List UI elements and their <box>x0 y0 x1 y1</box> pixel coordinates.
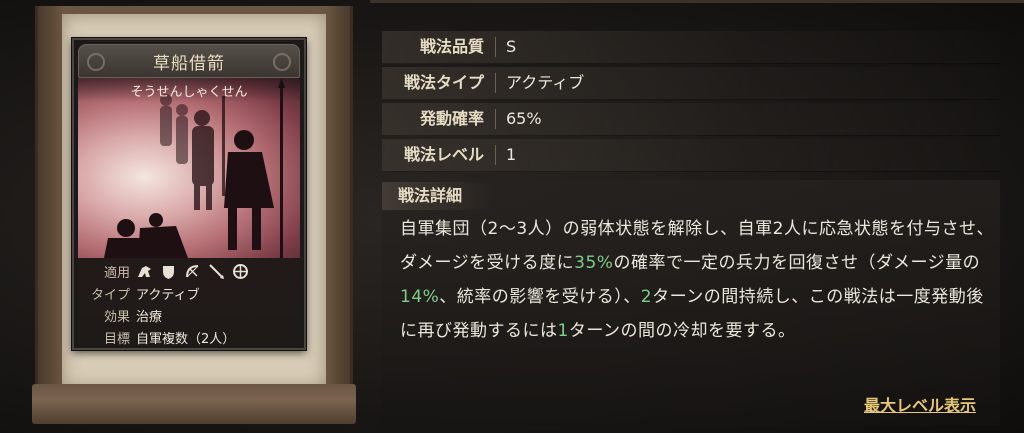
type-row: タイプ アクティブ <box>78 282 300 304</box>
target-value: 自軍複数（2人） <box>136 331 236 347</box>
cavalry-icon <box>138 265 151 277</box>
detail-description: 自軍集団（2〜3人）の弱体状態を解除し、自軍2人に応急状態を付与させ、ダメージを… <box>400 212 996 348</box>
apply-row: 適用 <box>78 260 300 282</box>
ornament-icon <box>273 53 291 71</box>
stat-row-quality: 戦法品質 S <box>382 31 1000 64</box>
effect-value: 治療 <box>136 309 163 325</box>
stat-label: 戦法品質 <box>419 37 484 56</box>
divider <box>495 73 496 93</box>
apply-label: 適用 <box>103 265 130 281</box>
card-illustration: そうせんしゃくせん <box>78 78 300 258</box>
stat-value: 1 <box>506 145 517 164</box>
stat-value: S <box>506 37 517 56</box>
detail-text-segment: ターンの間の冷却を要する。 <box>568 321 796 341</box>
type-label: タイプ <box>90 287 130 303</box>
highlight-value: 14% <box>400 287 440 307</box>
scroll-roll <box>32 384 356 424</box>
divider <box>495 145 496 165</box>
divider <box>495 109 496 129</box>
card-reading: そうせんしゃくせん <box>78 78 300 102</box>
effect-label: 効果 <box>103 309 130 325</box>
card-info: 適用 タイプ アクティブ 効果 治療 目標 自軍複数（2人） <box>78 258 300 347</box>
stat-label: 戦法レベル <box>403 145 484 164</box>
tactic-card: 草船借箭 そうせんしゃくせん 適用 タイプ アクティブ 効果 治療 目標 自軍複… <box>72 38 306 350</box>
card-header: 草船借箭 <box>78 44 300 78</box>
stat-row-level: 戦法レベル 1 <box>382 139 1000 172</box>
shield-icon <box>163 265 174 279</box>
ornament-icon <box>87 53 105 71</box>
stat-label: 発動確率 <box>419 109 484 128</box>
unit-icons <box>136 263 249 280</box>
bow-icon <box>186 264 199 277</box>
type-value: アクティブ <box>136 287 200 303</box>
stat-value: 65% <box>506 109 542 128</box>
spear-icon <box>209 263 224 279</box>
top-divider <box>370 0 1024 3</box>
card-title: 草船借箭 <box>153 53 225 74</box>
target-row: 目標 自軍複数（2人） <box>78 326 300 348</box>
stat-value: アクティブ <box>506 73 585 92</box>
highlight-value: 2 <box>640 287 653 307</box>
detail-title: 戦法詳細 <box>382 182 494 210</box>
effect-row: 効果 治療 <box>78 304 300 326</box>
wheel-icon <box>233 263 248 279</box>
stat-row-type: 戦法タイプ アクティブ <box>382 67 1000 100</box>
max-level-link[interactable]: 最大レベル表示 <box>864 392 976 416</box>
stat-label: 戦法タイプ <box>403 73 484 92</box>
highlight-value: 1 <box>557 321 569 341</box>
divider <box>495 37 496 57</box>
detail-text-segment: 、統率の影響を受ける）、 <box>439 287 641 307</box>
target-label: 目標 <box>103 331 130 347</box>
highlight-value: 35% <box>574 253 614 273</box>
detail-panel: 戦法詳細 自軍集団（2〜3人）の弱体状態を解除し、自軍2人に応急状態を付与させ、… <box>382 180 1000 426</box>
stat-row-rate: 発動確率 65% <box>382 103 1000 136</box>
detail-text-segment: の確率で一定の兵力を回復させ（ダメージ量の <box>613 253 981 273</box>
